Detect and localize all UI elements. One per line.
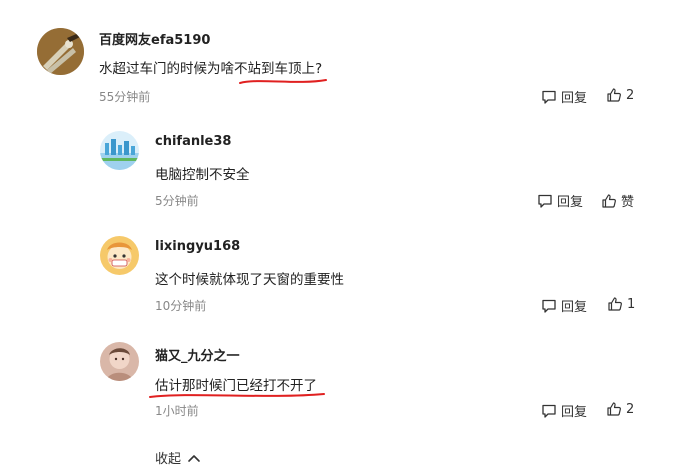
reply-label: 回复: [557, 195, 584, 210]
like-button[interactable]: 赞: [601, 191, 634, 210]
like-count: 2: [626, 87, 635, 103]
reply-button[interactable]: 回复: [537, 191, 583, 210]
comment-bubble-icon: [542, 90, 556, 104]
timestamp: 10分钟前: [155, 299, 207, 313]
reply-label: 回复: [561, 91, 588, 106]
like-count: 1: [627, 296, 636, 312]
thumbs-up-icon: [608, 297, 622, 311]
chevron-up-icon: [188, 454, 200, 462]
reply-label: 回复: [561, 405, 588, 420]
timestamp: 1小时前: [155, 404, 199, 418]
collapse-replies-button[interactable]: 收起: [155, 448, 201, 467]
city-skyline-avatar-icon: [100, 131, 139, 170]
comment-bubble-icon: [538, 194, 552, 208]
comment-text: 这个时候就体现了天窗的重要性: [155, 272, 344, 288]
like-button[interactable]: 2: [606, 401, 634, 417]
like-count: 2: [626, 401, 635, 417]
comment-bubble-icon: [542, 299, 556, 313]
comment-bubble-icon: [542, 404, 556, 418]
cartoon-character-avatar-icon: [100, 236, 139, 275]
person-photo-avatar-icon: [100, 342, 139, 381]
avatar[interactable]: [100, 131, 139, 170]
thumbs-up-icon: [607, 88, 621, 102]
reply-label: 回复: [561, 300, 588, 315]
collapse-label: 收起: [155, 452, 182, 467]
reply-button[interactable]: 回复: [541, 296, 587, 315]
avatar[interactable]: [100, 236, 139, 275]
username[interactable]: lixingyu168: [155, 239, 240, 254]
username[interactable]: 百度网友efa5190: [99, 29, 210, 48]
like-button[interactable]: 1: [607, 296, 635, 312]
avatar[interactable]: [100, 342, 139, 381]
thumbs-up-icon: [602, 193, 616, 208]
avatar[interactable]: [37, 28, 84, 75]
timestamp: 55分钟前: [99, 90, 151, 104]
pliers-photo-avatar-icon: [37, 28, 84, 75]
timestamp: 5分钟前: [155, 194, 199, 208]
like-button[interactable]: 2: [606, 87, 634, 103]
username[interactable]: 猫又_九分之一: [155, 345, 240, 364]
like-label: 赞: [621, 195, 635, 210]
annotation-underline: [149, 393, 325, 398]
reply-button[interactable]: 回复: [541, 401, 587, 420]
thumbs-up-icon: [607, 402, 621, 416]
reply-button[interactable]: 回复: [541, 87, 587, 106]
comment-text: 电脑控制不安全: [155, 167, 250, 183]
comment-text: 水超过车门的时候为啥不站到车顶上?: [99, 61, 323, 77]
username[interactable]: chifanle38: [155, 134, 231, 149]
annotation-underline: [239, 79, 327, 84]
